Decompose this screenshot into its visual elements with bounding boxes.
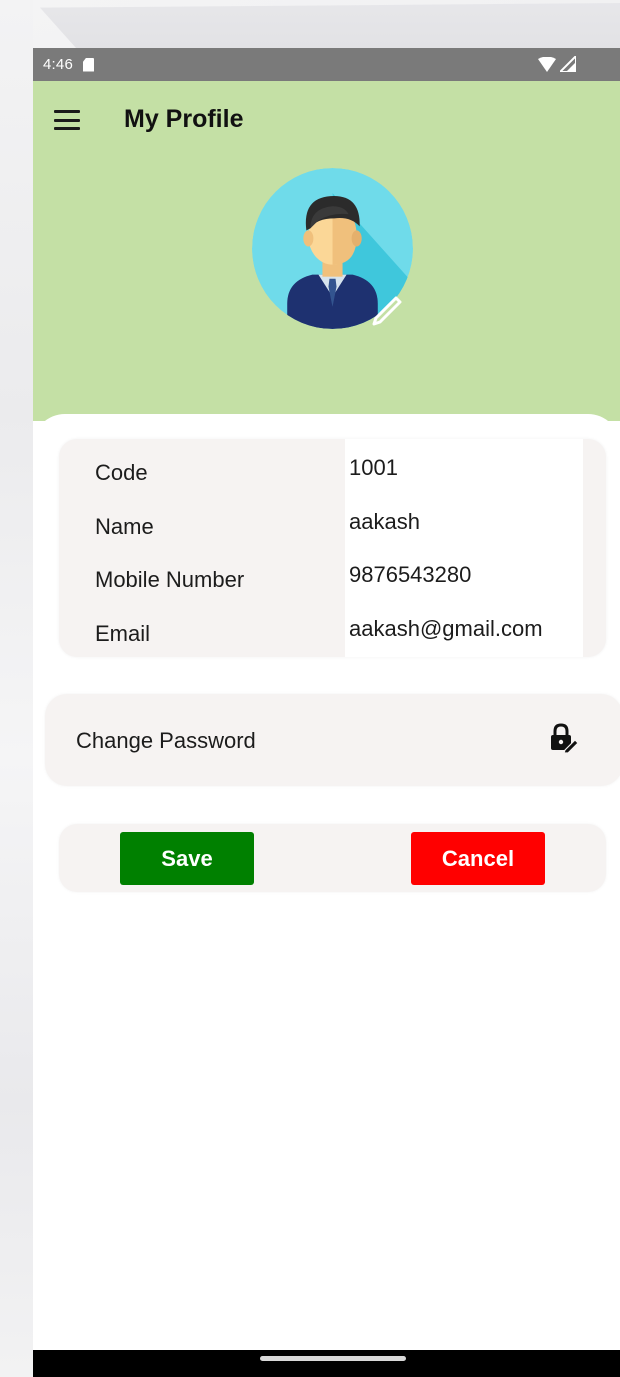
- status-time: 4:46: [43, 56, 73, 73]
- page-title: My Profile: [124, 105, 244, 133]
- cancel-button[interactable]: Cancel: [411, 832, 545, 885]
- background-decoration: [0, 0, 33, 1377]
- mobile-number-label: Mobile Number: [95, 567, 245, 592]
- status-icons: [538, 56, 576, 72]
- sd-card-icon: [83, 57, 94, 72]
- hamburger-menu-icon[interactable]: [54, 110, 80, 130]
- pencil-icon[interactable]: [368, 288, 408, 328]
- code-value: 1001: [349, 455, 398, 480]
- signal-icon: [560, 56, 576, 72]
- name-value: aakash: [349, 509, 420, 534]
- change-password-row[interactable]: Change Password: [45, 694, 620, 786]
- save-button[interactable]: Save: [120, 832, 254, 885]
- phone-screen: 4:46 My Profile Code 1001 Name aakash Mo…: [33, 48, 620, 1377]
- name-label: Name: [95, 514, 154, 539]
- background-decoration-top: [40, 2, 620, 48]
- code-label: Code: [95, 460, 148, 485]
- email-value: aakash@gmail.com: [349, 616, 543, 641]
- home-gesture-handle[interactable]: [260, 1356, 406, 1361]
- navigation-bar: [33, 1350, 620, 1377]
- mobile-number-value: 9876543280: [349, 562, 472, 587]
- profile-header: My Profile: [33, 81, 620, 421]
- email-label: Email: [95, 621, 151, 646]
- wifi-icon: [538, 56, 556, 72]
- status-bar: 4:46: [33, 48, 620, 81]
- lock-edit-icon[interactable]: [548, 723, 578, 753]
- change-password-label: Change Password: [76, 728, 256, 753]
